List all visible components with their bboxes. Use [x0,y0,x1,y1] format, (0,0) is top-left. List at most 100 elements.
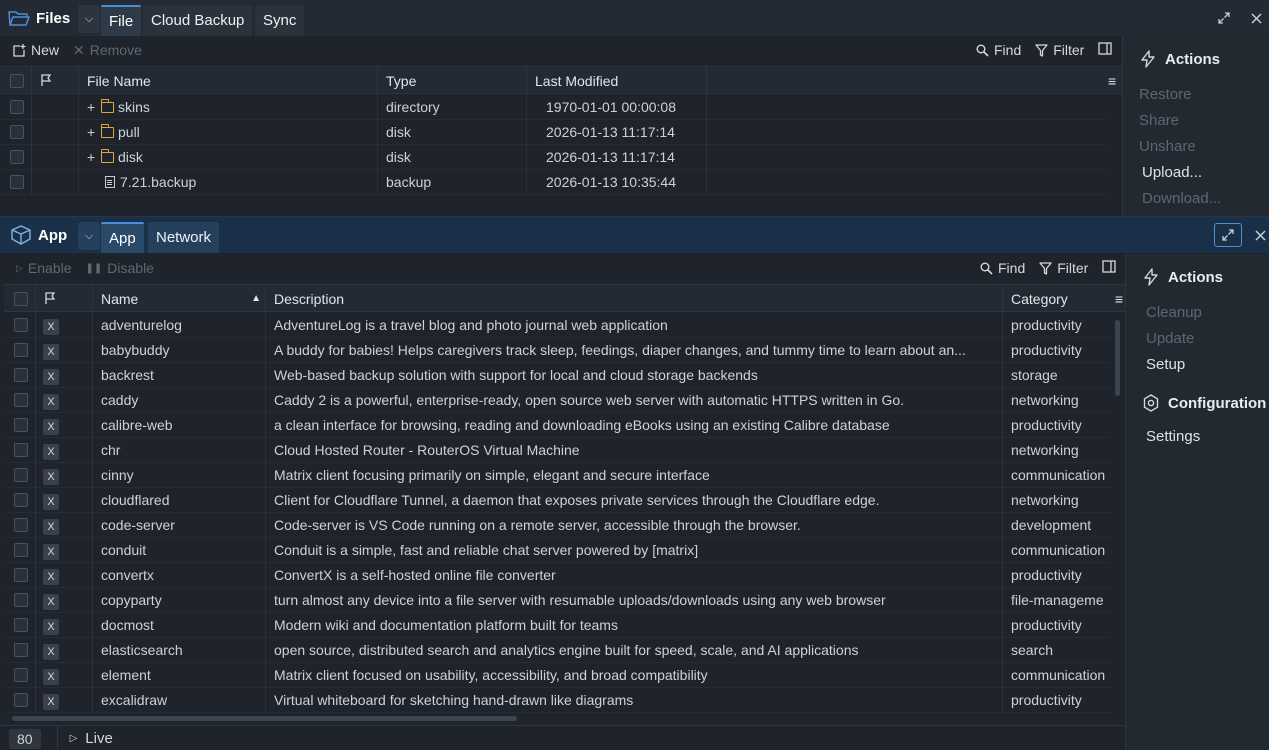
app-description: Matrix client focused on usability, acce… [266,663,1003,688]
app-description: Modern wiki and documentation platform b… [266,613,1003,638]
close-icon[interactable] [1246,8,1266,28]
row-checkbox[interactable] [14,643,28,657]
table-row[interactable]: Xcloudflared Client for Cloudflare Tunnel… [4,488,1111,513]
files-window: Files ⌵ File Cloud Backup Sync New ✕ Rem… [0,0,1269,216]
table-row[interactable]: Xchr Cloud Hosted Router - RouterOS Virtu… [4,438,1111,463]
tab-network[interactable]: Network [148,222,220,253]
table-row[interactable]: Xcalibre-web a clean interface for browsi… [4,413,1111,438]
cleanup-action[interactable]: Cleanup [1146,304,1202,321]
column-menu-icon[interactable]: ≡ [1115,285,1123,313]
table-row[interactable]: Xelement Matrix client focused on usabili… [4,663,1111,688]
table-row[interactable]: + pull disk 2026-01-13 11:17:14 [0,120,1108,145]
live-button[interactable]: ▷ Live [56,725,113,750]
table-row[interactable]: + skins directory 1970-01-01 00:00:08 [0,95,1108,120]
folder-icon [100,99,114,113]
app-description: Client for Cloudflare Tunnel, a daemon t… [266,488,1003,513]
row-checkbox[interactable] [14,518,28,532]
table-row[interactable]: Xdocmost Modern wiki and documentation pl… [4,613,1111,638]
table-row[interactable]: Xadventurelog AdventureLog is a travel bl… [4,313,1111,338]
vertical-scrollbar[interactable] [1115,320,1120,396]
row-checkbox[interactable] [14,543,28,557]
select-all-checkbox[interactable] [14,292,28,306]
new-button[interactable]: New [12,42,59,58]
app-titlebar: App ⌵ App Network [0,217,1269,253]
find-button[interactable]: Find [980,260,1025,276]
table-row[interactable]: Xcaddy Caddy 2 is a powerful, enterprise-… [4,388,1111,413]
filter-button[interactable]: Filter [1035,42,1084,58]
upload-action[interactable]: Upload... [1142,164,1202,181]
find-label: Find [998,260,1026,276]
panel-toggle-icon[interactable] [1102,260,1117,276]
row-checkbox[interactable] [14,568,28,582]
find-button[interactable]: Find [976,42,1021,58]
table-row[interactable]: Xbabybuddy A buddy for babies! Helps care… [4,338,1111,363]
tab-sync[interactable]: Sync [255,5,305,36]
close-icon[interactable] [1250,225,1269,245]
update-action[interactable]: Update [1146,330,1194,347]
flag-column-header[interactable] [32,67,79,95]
flag-column-header[interactable] [36,285,93,313]
maximize-icon[interactable] [1214,8,1234,28]
app-description: open source, distributed search and anal… [266,638,1003,663]
row-checkbox[interactable] [14,693,28,707]
filter-button[interactable]: Filter [1039,260,1088,276]
row-checkbox[interactable] [14,668,28,682]
table-row[interactable]: Xconvertx ConvertX is a self-hosted onlin… [4,563,1111,588]
row-checkbox[interactable] [14,618,28,632]
panel-toggle-icon[interactable] [1098,42,1113,58]
row-checkbox[interactable] [14,493,28,507]
file-modified: 2026-01-13 10:35:44 [527,170,707,195]
app-category: productivity [1011,317,1082,333]
row-checkbox[interactable] [14,318,28,332]
row-checkbox[interactable] [14,593,28,607]
table-row[interactable]: Xexcalidraw Virtual whiteboard for sketch… [4,688,1111,713]
setup-action[interactable]: Setup [1146,356,1185,373]
table-row[interactable]: + disk disk 2026-01-13 11:17:14 [0,145,1108,170]
table-row[interactable]: Xconduit Conduit is a simple, fast and re… [4,538,1111,563]
table-row[interactable]: Xbackrest Web-based backup solution with … [4,363,1111,388]
row-checkbox[interactable] [14,468,28,482]
table-row[interactable]: Xelasticsearch open source, distributed s… [4,638,1111,663]
column-type[interactable]: Type [378,67,527,95]
chevron-down-icon[interactable]: ⌵ [78,5,100,33]
column-name[interactable]: Name ▲ [93,285,266,313]
maximize-icon[interactable] [1214,223,1242,247]
horizontal-scrollbar[interactable] [12,716,517,721]
column-last-modified[interactable]: Last Modified [527,67,707,95]
row-checkbox[interactable] [14,443,28,457]
column-file-name[interactable]: File Name [79,67,378,95]
row-flag-cell [32,95,79,120]
column-menu-icon[interactable]: ≡ [1106,67,1122,95]
unshare-action[interactable]: Unshare [1139,138,1196,155]
expand-icon[interactable]: + [87,95,97,120]
table-row[interactable]: Xcode-server Code-server is VS Code runni… [4,513,1111,538]
restore-action[interactable]: Restore [1139,86,1192,103]
tab-app[interactable]: App [101,222,144,253]
column-category[interactable]: Category ≡ [1003,285,1125,313]
table-row[interactable]: Xcopyparty turn almost any device into a … [4,588,1111,613]
row-checkbox[interactable] [14,393,28,407]
tab-cloud-backup[interactable]: Cloud Backup [143,5,253,36]
row-status-cell: X [36,313,93,338]
share-action[interactable]: Share [1139,112,1179,129]
settings-action[interactable]: Settings [1146,428,1200,445]
app-description: turn almost any device into a file serve… [266,588,1003,613]
chevron-down-icon[interactable]: ⌵ [78,222,100,250]
app-title-text: App [38,226,68,244]
row-checkbox[interactable] [14,368,28,382]
table-row[interactable]: 7.21.backup backup 2026-01-13 10:35:44 [0,170,1108,195]
expand-icon[interactable]: + [87,120,97,145]
download-action[interactable]: Download... [1142,190,1221,207]
app-name: caddy [93,388,266,413]
find-label: Find [994,42,1022,58]
sort-ascending-icon[interactable]: ▲ [251,285,261,313]
row-checkbox[interactable] [14,343,28,357]
remove-button[interactable]: ✕ Remove [73,42,142,59]
column-description[interactable]: Description [266,285,1003,313]
expand-icon[interactable]: + [87,145,97,170]
tab-file[interactable]: File [101,5,142,36]
enable-button[interactable]: ▷ Enable [16,260,72,276]
row-checkbox[interactable] [14,418,28,432]
disable-button[interactable]: ❚❚ Disable [86,260,154,276]
table-row[interactable]: Xcinny Matrix client focusing primarily o… [4,463,1111,488]
